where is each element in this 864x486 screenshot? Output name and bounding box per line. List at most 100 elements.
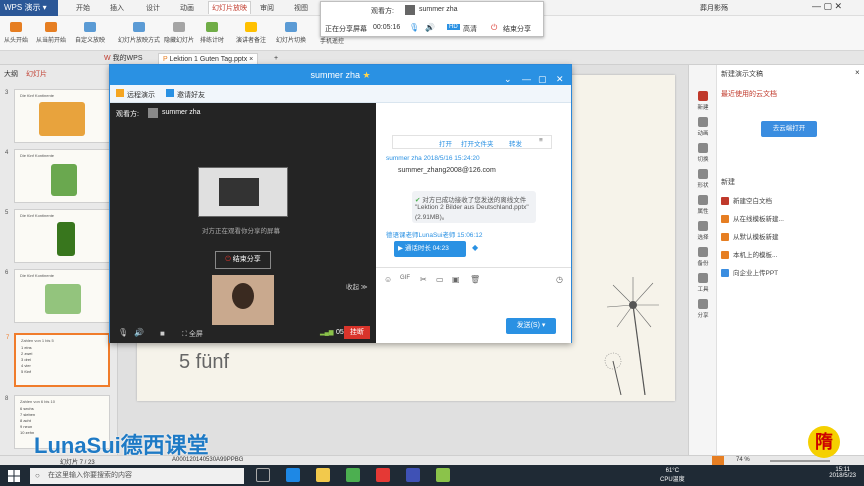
local-template-item[interactable]: 本机上的模板... <box>721 249 777 260</box>
speaker-icon[interactable]: 🔊 <box>425 23 435 32</box>
file-explorer-icon[interactable] <box>316 468 330 482</box>
new-blank-item[interactable]: 新建空白文档 <box>721 195 772 206</box>
slide-number: 6 <box>5 270 9 276</box>
open-cloud-button[interactable]: 去云端打开 <box>761 121 817 137</box>
app-icon[interactable] <box>436 468 450 482</box>
pane-label: 分享 <box>697 313 709 319</box>
shape-icon <box>698 169 708 179</box>
new-online-template-item[interactable]: 从在线模板新建... <box>721 213 784 224</box>
system-clock[interactable]: 15:11 2018/5/23 <box>829 467 856 479</box>
message-text[interactable]: summer_zhang2008@126.com <box>398 167 496 174</box>
image-icon[interactable]: ▣ <box>452 275 460 284</box>
wps-taskbar-icon[interactable] <box>376 468 390 482</box>
ribbon-from-start[interactable]: 从头开始 <box>4 22 28 44</box>
power-icon[interactable]: ⏻ <box>491 23 497 33</box>
pane-backup[interactable]: 备份 <box>692 247 714 267</box>
store-icon[interactable] <box>346 468 360 482</box>
history-icon[interactable]: ◷ <box>556 275 563 284</box>
menu-icon[interactable]: ≡ <box>539 137 543 144</box>
slide-thumb-7[interactable]: 7 Zahlen von 1 bis 5 1 eins 2 zwei 3 dre… <box>6 333 110 387</box>
signal-icon: ▂▄▆ <box>320 330 334 336</box>
pane-label: 属性 <box>697 209 709 215</box>
ribbon-from-current[interactable]: 从当前开始 <box>36 22 66 44</box>
tab-remote-demo[interactable]: 远程演示 <box>116 89 155 100</box>
viewer-label: 观看方: <box>116 111 139 118</box>
microphone-icon[interactable]: 🎙 <box>409 23 419 32</box>
end-share-button[interactable]: ⏻ 结束分享 <box>215 251 271 269</box>
tab-slides[interactable]: 幻灯片 <box>26 69 47 79</box>
collapse-button[interactable]: 收起 ≫ <box>346 281 368 291</box>
folder-icon[interactable]: ▭ <box>436 275 444 284</box>
tab-invite[interactable]: 邀请好友 <box>166 89 205 100</box>
tab-slideshow[interactable]: 幻灯片放映 <box>208 1 251 14</box>
tab-review[interactable]: 审阅 <box>260 3 274 13</box>
tab-outline[interactable]: 大纲 <box>4 69 18 79</box>
zoom-slider[interactable] <box>770 460 830 462</box>
preview-window <box>219 178 259 206</box>
scissors-icon[interactable]: ✂ <box>420 275 427 284</box>
template-icon <box>721 233 729 242</box>
tab-start[interactable]: 开始 <box>76 3 90 13</box>
end-share-button[interactable]: 结束分享 <box>503 24 531 34</box>
play-icon[interactable] <box>712 456 724 465</box>
camera-icon[interactable]: ■ <box>160 329 165 338</box>
pane-transition[interactable]: 切换 <box>692 143 714 163</box>
slide-thumb-5[interactable]: 5 Die fünf Kontinente <box>5 209 110 263</box>
hangup-button[interactable]: 挂断 <box>344 326 370 339</box>
pane-select[interactable]: 选择 <box>692 221 714 241</box>
slide-number: 7 <box>6 335 10 341</box>
forward-link[interactable]: 转发 <box>509 138 522 148</box>
pane-new[interactable]: 新建 <box>692 91 714 111</box>
pane-shape[interactable]: 形状 <box>692 169 714 189</box>
ribbon-phone-remote[interactable]: 手机遥控 <box>320 36 344 45</box>
emoji-icon[interactable]: ☺ <box>384 275 392 284</box>
upload-ppt-item[interactable]: 向企业上传PPT <box>721 267 778 278</box>
pane-label: 新建 <box>697 105 709 111</box>
slide-thumb-6[interactable]: 6 Die fünf Kontinente <box>5 269 110 323</box>
pane-properties[interactable]: 属性 <box>692 195 714 215</box>
slide-thumb-4[interactable]: 4 Die fünf Kontinente <box>5 149 110 203</box>
close-icon[interactable]: × <box>855 68 860 77</box>
tab-insert[interactable]: 插入 <box>110 3 124 13</box>
video-app-icon[interactable] <box>406 468 420 482</box>
ribbon-transition[interactable]: 幻灯片切换 <box>276 22 306 44</box>
task-pane: 新建 动画 切换 形状 属性 选择 备份 工具 分享 新建演示文稿 × 最近使用… <box>688 65 864 455</box>
ribbon-show-settings[interactable]: 幻灯片放映方式 <box>118 22 160 44</box>
speaker-icon[interactable]: 🔊 <box>134 328 144 337</box>
new-default-template-item[interactable]: 从默认模板新建 <box>721 231 779 242</box>
user-name[interactable]: 葬月影殇 <box>700 3 728 13</box>
transition-icon <box>285 22 297 32</box>
task-view-icon[interactable] <box>256 468 270 482</box>
ribbon-notes[interactable]: 演讲者备注 <box>236 22 266 44</box>
pane-share[interactable]: 分享 <box>692 299 714 319</box>
close-icon[interactable]: × <box>249 56 253 63</box>
pane-tools[interactable]: 工具 <box>692 273 714 293</box>
open-link[interactable]: 打开 <box>439 138 452 148</box>
windows-start-icon[interactable] <box>8 470 20 482</box>
open-folder-link[interactable]: 打开文件夹 <box>461 138 494 148</box>
window-controls[interactable]: — ▢ ✕ <box>812 1 842 12</box>
tab-design[interactable]: 设计 <box>146 3 160 13</box>
send-button[interactable]: 发送(S) ▾ <box>506 318 556 334</box>
hd-badge[interactable]: HD <box>447 24 460 30</box>
call-duration-bubble: ▶ 通话时长 04:23 <box>394 241 466 257</box>
pane-animation[interactable]: 动画 <box>692 117 714 137</box>
reaction-icon[interactable]: ◆ <box>472 243 478 252</box>
zoom-level[interactable]: 74 % <box>736 457 750 463</box>
slide-thumb-3[interactable]: 3 Die fünf Kontinente <box>5 89 110 143</box>
taskbar-search-input[interactable]: ○ 在这里输入你要搜索的内容 <box>30 468 244 484</box>
wps-app-menu[interactable]: WPS 演示 ▾ <box>0 0 58 16</box>
tab-animation[interactable]: 动画 <box>180 3 194 13</box>
slide-text[interactable]: 5 fünf <box>179 351 229 374</box>
invite-icon <box>166 89 174 97</box>
tab-view[interactable]: 视图 <box>294 3 308 13</box>
ribbon-rehearse[interactable]: 排练计时 <box>200 22 224 44</box>
gif-icon[interactable]: GIF <box>400 275 410 281</box>
edge-icon[interactable] <box>286 468 300 482</box>
ribbon-custom-show[interactable]: 自定义放映 <box>75 22 105 44</box>
trash-icon[interactable]: 🗑 <box>470 275 480 284</box>
fullscreen-button[interactable]: ⛶ 全屏 <box>182 329 203 339</box>
hd-label[interactable]: 高清 <box>463 24 477 34</box>
ribbon-hide-slide[interactable]: 隐藏幻灯片 <box>164 22 194 44</box>
microphone-icon[interactable]: 🎙 <box>118 328 128 337</box>
